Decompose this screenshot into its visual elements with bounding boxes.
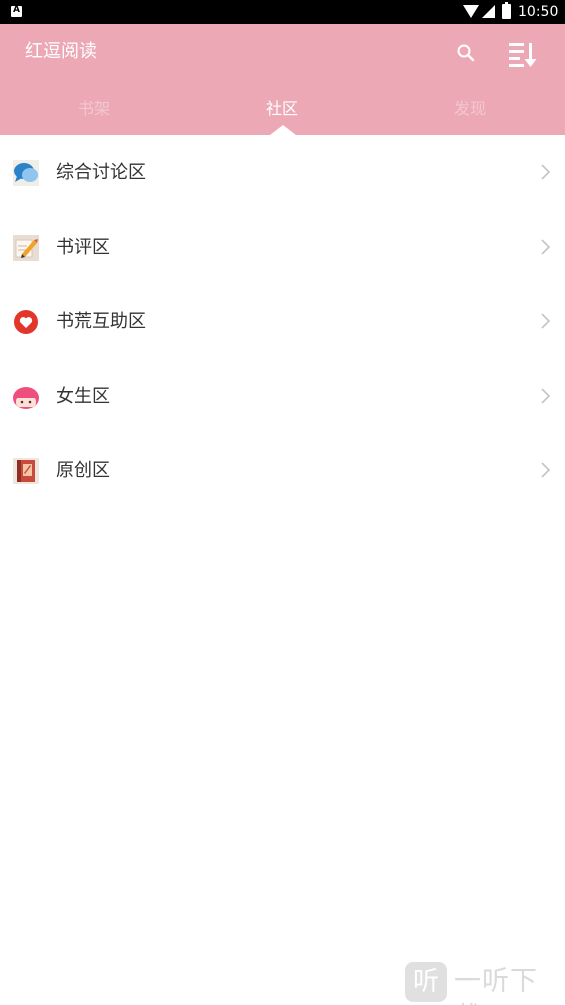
watermark-logo: 听 [405, 962, 447, 1002]
chevron-right-icon [541, 462, 551, 478]
tab-discover[interactable]: 发现 [376, 84, 564, 135]
notification-icon [11, 5, 22, 17]
list-item-female[interactable]: 女生区 [0, 359, 565, 434]
chevron-right-icon [541, 164, 551, 180]
chevron-right-icon [541, 313, 551, 329]
battery-icon [502, 2, 511, 19]
chat-bubbles-icon [13, 160, 39, 186]
status-bar: 10:50 [0, 0, 565, 24]
list-item-label: 原创区 [56, 460, 110, 481]
list-item-book-review[interactable]: 书评区 [0, 210, 565, 285]
selected-tab-indicator [270, 125, 296, 135]
watermark: 听 一听下载 [402, 958, 562, 1005]
tab-bookshelf[interactable]: 书架 [0, 84, 188, 135]
search-icon [457, 44, 475, 62]
heart-icon [14, 310, 38, 334]
list-item-original[interactable]: 原创区 [0, 433, 565, 508]
list-item-label: 女生区 [56, 385, 110, 407]
sort-button[interactable] [507, 38, 539, 70]
book-icon [13, 458, 39, 484]
signal-icon [482, 5, 495, 18]
list-item-general-discussion[interactable]: 综合讨论区 [0, 135, 565, 210]
wifi-icon [463, 5, 479, 18]
app-header: 红逗阅读 书架 社区 发现 [0, 24, 565, 135]
watermark-logo-glyph: 听 [412, 967, 439, 997]
watermark-text: 一听下载 [454, 966, 538, 1005]
list-item-label: 书荒互助区 [56, 311, 146, 332]
list-item-label: 综合讨论区 [56, 162, 146, 183]
app-title: 红逗阅读 [25, 41, 97, 62]
chevron-right-icon [541, 238, 551, 255]
list-item-label: 书评区 [56, 236, 110, 258]
list-item-book-help[interactable]: 书荒互助区 [0, 284, 565, 359]
status-time: 10:50 [518, 4, 559, 20]
chevron-right-icon [541, 387, 551, 404]
sort-icon [509, 43, 537, 67]
girl-face-icon [13, 386, 39, 409]
community-list: 综合讨论区 书评区 书荒互助区 女生区 原创区 [0, 135, 565, 508]
pencil-note-icon [13, 234, 39, 261]
search-button[interactable] [454, 41, 478, 65]
